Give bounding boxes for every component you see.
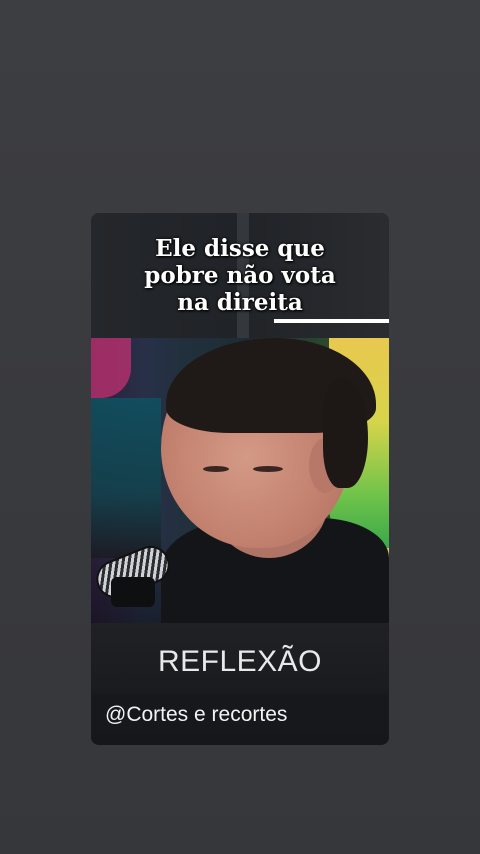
studio-backdrop-pink <box>91 338 131 398</box>
story-screen: Ele disse que pobre não vota na direita <box>0 0 480 854</box>
video-frame[interactable] <box>91 338 389 628</box>
person-eye-right <box>253 466 283 472</box>
caption-line-3: na direita <box>177 289 303 316</box>
person-eye-left <box>203 466 229 472</box>
caption-line-1: Ele disse que <box>155 235 325 262</box>
channel-handle[interactable]: @Cortes e recortes <box>105 703 287 727</box>
caption-footer: REFLEXÃO @Cortes e recortes <box>91 623 389 745</box>
caption-text: Ele disse que pobre não vota na direita <box>91 235 389 316</box>
video-card[interactable]: Ele disse que pobre não vota na direita <box>91 213 389 745</box>
microphone-icon <box>91 540 176 607</box>
caption-header: Ele disse que pobre não vota na direita <box>91 213 389 338</box>
caption-line-2: pobre não vota <box>144 262 336 289</box>
caption-underline <box>274 319 389 323</box>
studio-backdrop-teal <box>91 398 161 558</box>
microphone-body <box>111 577 155 607</box>
reflection-title: REFLEXÃO <box>157 645 323 678</box>
